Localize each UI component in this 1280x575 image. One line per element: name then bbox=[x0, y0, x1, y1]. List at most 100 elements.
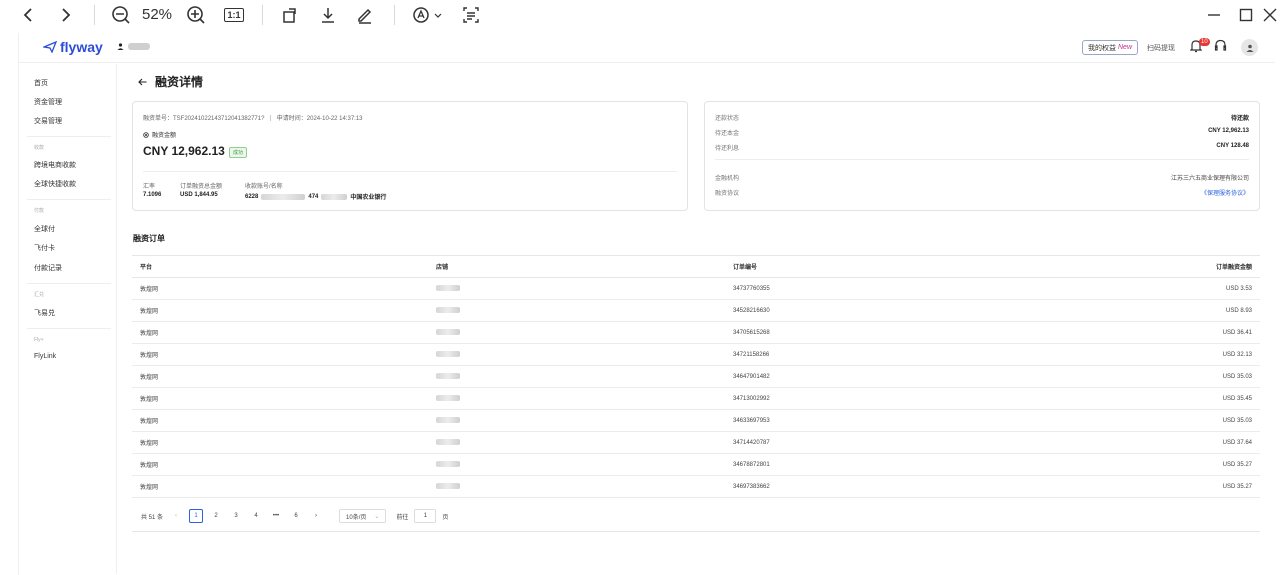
interest-value: CNY 128.48 bbox=[1216, 143, 1249, 149]
sidebar-item-flylink[interactable]: FlyLink bbox=[34, 353, 56, 360]
store-redacted bbox=[436, 285, 460, 292]
sidebar-item-funds[interactable]: 资金管理 bbox=[34, 97, 62, 107]
repay-status-value: 待还款 bbox=[1230, 116, 1249, 122]
viewer-toolbar: 52% 1:1 bbox=[0, 0, 1280, 30]
scan-withdraw-link[interactable]: 扫码提现 bbox=[1147, 43, 1175, 53]
table-row: 敦煌网 34678872801 USD 35.27 bbox=[132, 453, 1260, 476]
card-divider bbox=[143, 171, 677, 172]
page-size-value: 10条/页 bbox=[346, 514, 367, 521]
cell-amount: USD 35.03 bbox=[1022, 365, 1260, 388]
cell-store bbox=[428, 299, 725, 322]
sidebar-item-global-receive[interactable]: 全球快捷收款 bbox=[34, 179, 76, 189]
orders-section-title: 融资订单 bbox=[133, 234, 165, 243]
cell-platform: 敦煌网 bbox=[132, 343, 428, 366]
cell-amount: USD 32.13 bbox=[1022, 343, 1260, 366]
sidebar-item-flypay-card[interactable]: 飞付卡 bbox=[34, 243, 55, 253]
edit-pen-icon[interactable] bbox=[355, 3, 375, 27]
column-header-store: 店铺 bbox=[428, 255, 725, 278]
institution-label: 金融机构 bbox=[715, 176, 740, 182]
minimize-icon[interactable] bbox=[1206, 3, 1222, 27]
page-size-select[interactable]: 10条/页 ⌄ bbox=[339, 509, 387, 523]
chevron-down-icon: ⌄ bbox=[374, 513, 380, 520]
cell-amount: USD 35.45 bbox=[1022, 387, 1260, 410]
cell-platform: 敦煌网 bbox=[132, 321, 428, 344]
page-1[interactable]: 1 bbox=[189, 509, 204, 523]
store-redacted bbox=[436, 329, 460, 336]
store-redacted bbox=[436, 417, 460, 424]
account-name-redacted bbox=[321, 193, 348, 200]
orders-table: 平台 店铺 订单编号 订单融资金额 敦煌网 34737760355 USD 3.53… bbox=[132, 255, 1260, 498]
status-badge: 成功 bbox=[229, 147, 248, 158]
table-row: 敦煌网 34713002992 USD 35.45 bbox=[132, 387, 1260, 410]
cell-store bbox=[428, 387, 725, 410]
cell-platform: 敦煌网 bbox=[132, 431, 428, 454]
cell-store bbox=[428, 431, 725, 454]
avatar[interactable] bbox=[1241, 39, 1258, 56]
page-3[interactable]: 3 bbox=[229, 509, 243, 523]
rotate-icon[interactable] bbox=[280, 3, 300, 27]
cell-store bbox=[428, 365, 725, 388]
flyway-logo[interactable]: flyway bbox=[43, 39, 103, 55]
table-row: 敦煌网 34633697953 USD 35.03 bbox=[132, 409, 1260, 432]
principal-label: 待还本金 bbox=[715, 131, 740, 137]
cell-amount: USD 3.53 bbox=[1022, 277, 1260, 300]
sidebar-item-transactions[interactable]: 交易管理 bbox=[34, 116, 62, 126]
cell-store bbox=[428, 475, 725, 498]
annotate-dropdown-icon[interactable] bbox=[410, 3, 444, 27]
user-icon bbox=[117, 43, 124, 50]
order-no: TSF20241022143712041382771? bbox=[173, 116, 265, 122]
sidebar-item-pay-records[interactable]: 付款记录 bbox=[34, 263, 62, 273]
user-menu[interactable] bbox=[117, 43, 150, 50]
page-2[interactable]: 2 bbox=[209, 509, 223, 523]
fx-value: 7.1096 bbox=[143, 192, 162, 198]
account-label: 收款账号/名称 bbox=[245, 184, 283, 190]
back-arrow-icon[interactable] bbox=[138, 78, 147, 86]
text-recognize-icon[interactable] bbox=[461, 3, 481, 27]
sidebar-item-global-pay[interactable]: 全球付 bbox=[34, 224, 55, 234]
sidebar-group-pay: 付款 bbox=[34, 208, 45, 214]
cell-order-no: 34678872801 bbox=[725, 453, 1022, 476]
amount-label-row: 融资金额 bbox=[143, 130, 176, 139]
cell-store bbox=[428, 409, 725, 432]
prev-page-icon[interactable]: ‹ bbox=[169, 509, 183, 523]
cell-amount: USD 35.03 bbox=[1022, 409, 1260, 432]
page-6[interactable]: 6 bbox=[289, 509, 303, 523]
download-icon[interactable] bbox=[318, 3, 338, 27]
sidebar-item-fx[interactable]: 飞易兑 bbox=[34, 308, 55, 318]
total-count: 共 51 条 bbox=[141, 514, 164, 521]
forward-arrow-icon[interactable] bbox=[56, 3, 76, 27]
goto-page-input[interactable]: 1 bbox=[414, 509, 437, 523]
actual-size-button[interactable]: 1:1 bbox=[223, 3, 245, 27]
sidebar-item-home[interactable]: 首页 bbox=[34, 78, 48, 88]
headset-icon[interactable] bbox=[1214, 39, 1227, 58]
account-mid: 474 bbox=[308, 193, 319, 200]
page-4[interactable]: 4 bbox=[249, 509, 263, 523]
close-icon[interactable] bbox=[1262, 3, 1278, 27]
interest-row: 待还利息 CNY 128.48 bbox=[715, 143, 1249, 152]
institution-row: 金融机构 江苏三六五商业保理有限公司 bbox=[715, 173, 1249, 182]
agreement-link[interactable]: 《保理服务协议》 bbox=[1201, 188, 1249, 197]
table-header-row: 平台 店铺 订单编号 订单融资金额 bbox=[132, 255, 1260, 278]
next-page-icon[interactable]: › bbox=[309, 509, 323, 523]
cell-amount: USD 8.93 bbox=[1022, 299, 1260, 322]
principal-row: 待还本金 CNY 12,962.13 bbox=[715, 128, 1249, 137]
store-redacted bbox=[436, 439, 460, 446]
cell-order-no: 34633697953 bbox=[725, 409, 1022, 432]
maximize-icon[interactable] bbox=[1238, 3, 1254, 27]
cell-platform: 敦煌网 bbox=[132, 453, 428, 476]
zoom-in-icon[interactable] bbox=[185, 3, 207, 27]
my-rights-button[interactable]: 我的权益 New bbox=[1082, 40, 1139, 55]
back-arrow-icon[interactable] bbox=[18, 3, 38, 27]
table-row: 敦煌网 34705615268 USD 36.41 bbox=[132, 321, 1260, 344]
table-row: 敦煌网 34528216630 USD 8.93 bbox=[132, 299, 1260, 322]
document-page: flyway 我的权益 New 扫码提现 10 首页 资金管理 交易管理 收款 … bbox=[18, 33, 1275, 575]
column-header-order-no: 订单编号 bbox=[725, 255, 1022, 278]
institution-value: 江苏三六五商业保理有限公司 bbox=[1170, 176, 1249, 182]
toolbar-divider bbox=[94, 5, 95, 25]
bank-name: 中国农业银行 bbox=[350, 195, 387, 201]
cell-platform: 敦煌网 bbox=[132, 365, 428, 388]
sidebar-item-ecommerce-receive[interactable]: 跨境电商收款 bbox=[34, 160, 76, 170]
zoom-out-icon[interactable] bbox=[110, 3, 132, 27]
order-meta: 融资单号：TSF20241022143712041382771? 申请时间：20… bbox=[143, 113, 363, 122]
more-pages-ellipsis[interactable]: ••• bbox=[269, 509, 283, 523]
